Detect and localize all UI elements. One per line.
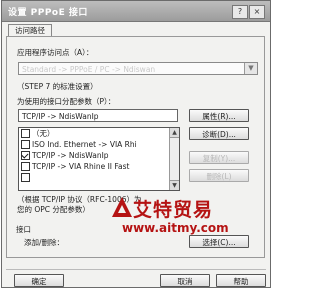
help-button[interactable]: 帮助 [216, 274, 266, 287]
access-point-note: （STEP 7 的标准设置） [17, 82, 98, 91]
chevron-down-icon[interactable]: ▼ [244, 63, 257, 74]
scroll-up-icon[interactable]: ▲ [170, 128, 179, 138]
list-item[interactable]: TCP/IP -> NdisWanIp [19, 150, 179, 161]
delete-button[interactable]: 删除(L) [189, 169, 249, 182]
add-remove-label: 添加/删除： [24, 238, 65, 247]
list-item[interactable]: TCP/IP -> VIA Rhine II Fast [19, 161, 179, 172]
checkbox[interactable] [21, 139, 30, 149]
cancel-button[interactable]: 取消 [160, 274, 210, 287]
access-point-combobox[interactable]: Standard -> PPPoE / PC -> Ndiswan ▼ [18, 62, 258, 75]
watermark-brand: 艾特贸易 [133, 199, 214, 221]
ok-button[interactable]: 确定 [14, 274, 64, 287]
list-item[interactable]: ISO Ind. Ethernet -> VIA Rhi [19, 139, 179, 150]
watermark-url: www.aitmy.com [122, 221, 229, 235]
scroll-down-icon[interactable]: ▼ [170, 180, 179, 190]
checkbox-checked[interactable] [21, 150, 30, 160]
checkbox[interactable] [21, 128, 30, 138]
interfaces-group-label: 接口 [16, 225, 31, 234]
dialog-title: 设置 PPPoE 接口 [8, 8, 88, 18]
footer-divider [6, 269, 266, 270]
interface-param-desc-line2: 您的 OPC 分配参数） [17, 205, 90, 214]
interface-param-label: 为使用的接口分配参数（P）： [17, 97, 116, 106]
select-button[interactable]: 选择(C)... [189, 235, 249, 248]
access-point-value: Standard -> PPPoE / PC -> Ndiswan [22, 65, 156, 74]
pg-pc-interface-dialog: 设置 PPPoE 接口 ? × 访问路径 应用程序访问点（A）： Standar… [1, 0, 271, 288]
copy-button[interactable]: 复制(Y)... [189, 151, 249, 164]
checkbox[interactable] [21, 161, 30, 171]
diagnostics-button[interactable]: 诊断(D)... [189, 127, 249, 140]
title-bar: 设置 PPPoE 接口 ? × [2, 1, 270, 22]
access-point-label: 应用程序访问点（A）： [17, 48, 94, 57]
list-item[interactable]: （无） [19, 128, 179, 139]
scrollbar[interactable]: ▲ ▼ [169, 128, 179, 190]
interface-param-list[interactable]: （无） ISO Ind. Ethernet -> VIA Rhi TCP/IP … [18, 127, 180, 191]
list-item[interactable] [19, 172, 179, 183]
close-button[interactable]: × [249, 5, 265, 19]
checkbox[interactable] [21, 172, 30, 182]
help-title-button[interactable]: ? [232, 5, 248, 19]
properties-button[interactable]: 属性(R)... [189, 109, 249, 122]
interface-param-field[interactable]: TCP/IP -> NdisWanIp [18, 109, 178, 122]
brand-logo-icon [112, 197, 132, 217]
